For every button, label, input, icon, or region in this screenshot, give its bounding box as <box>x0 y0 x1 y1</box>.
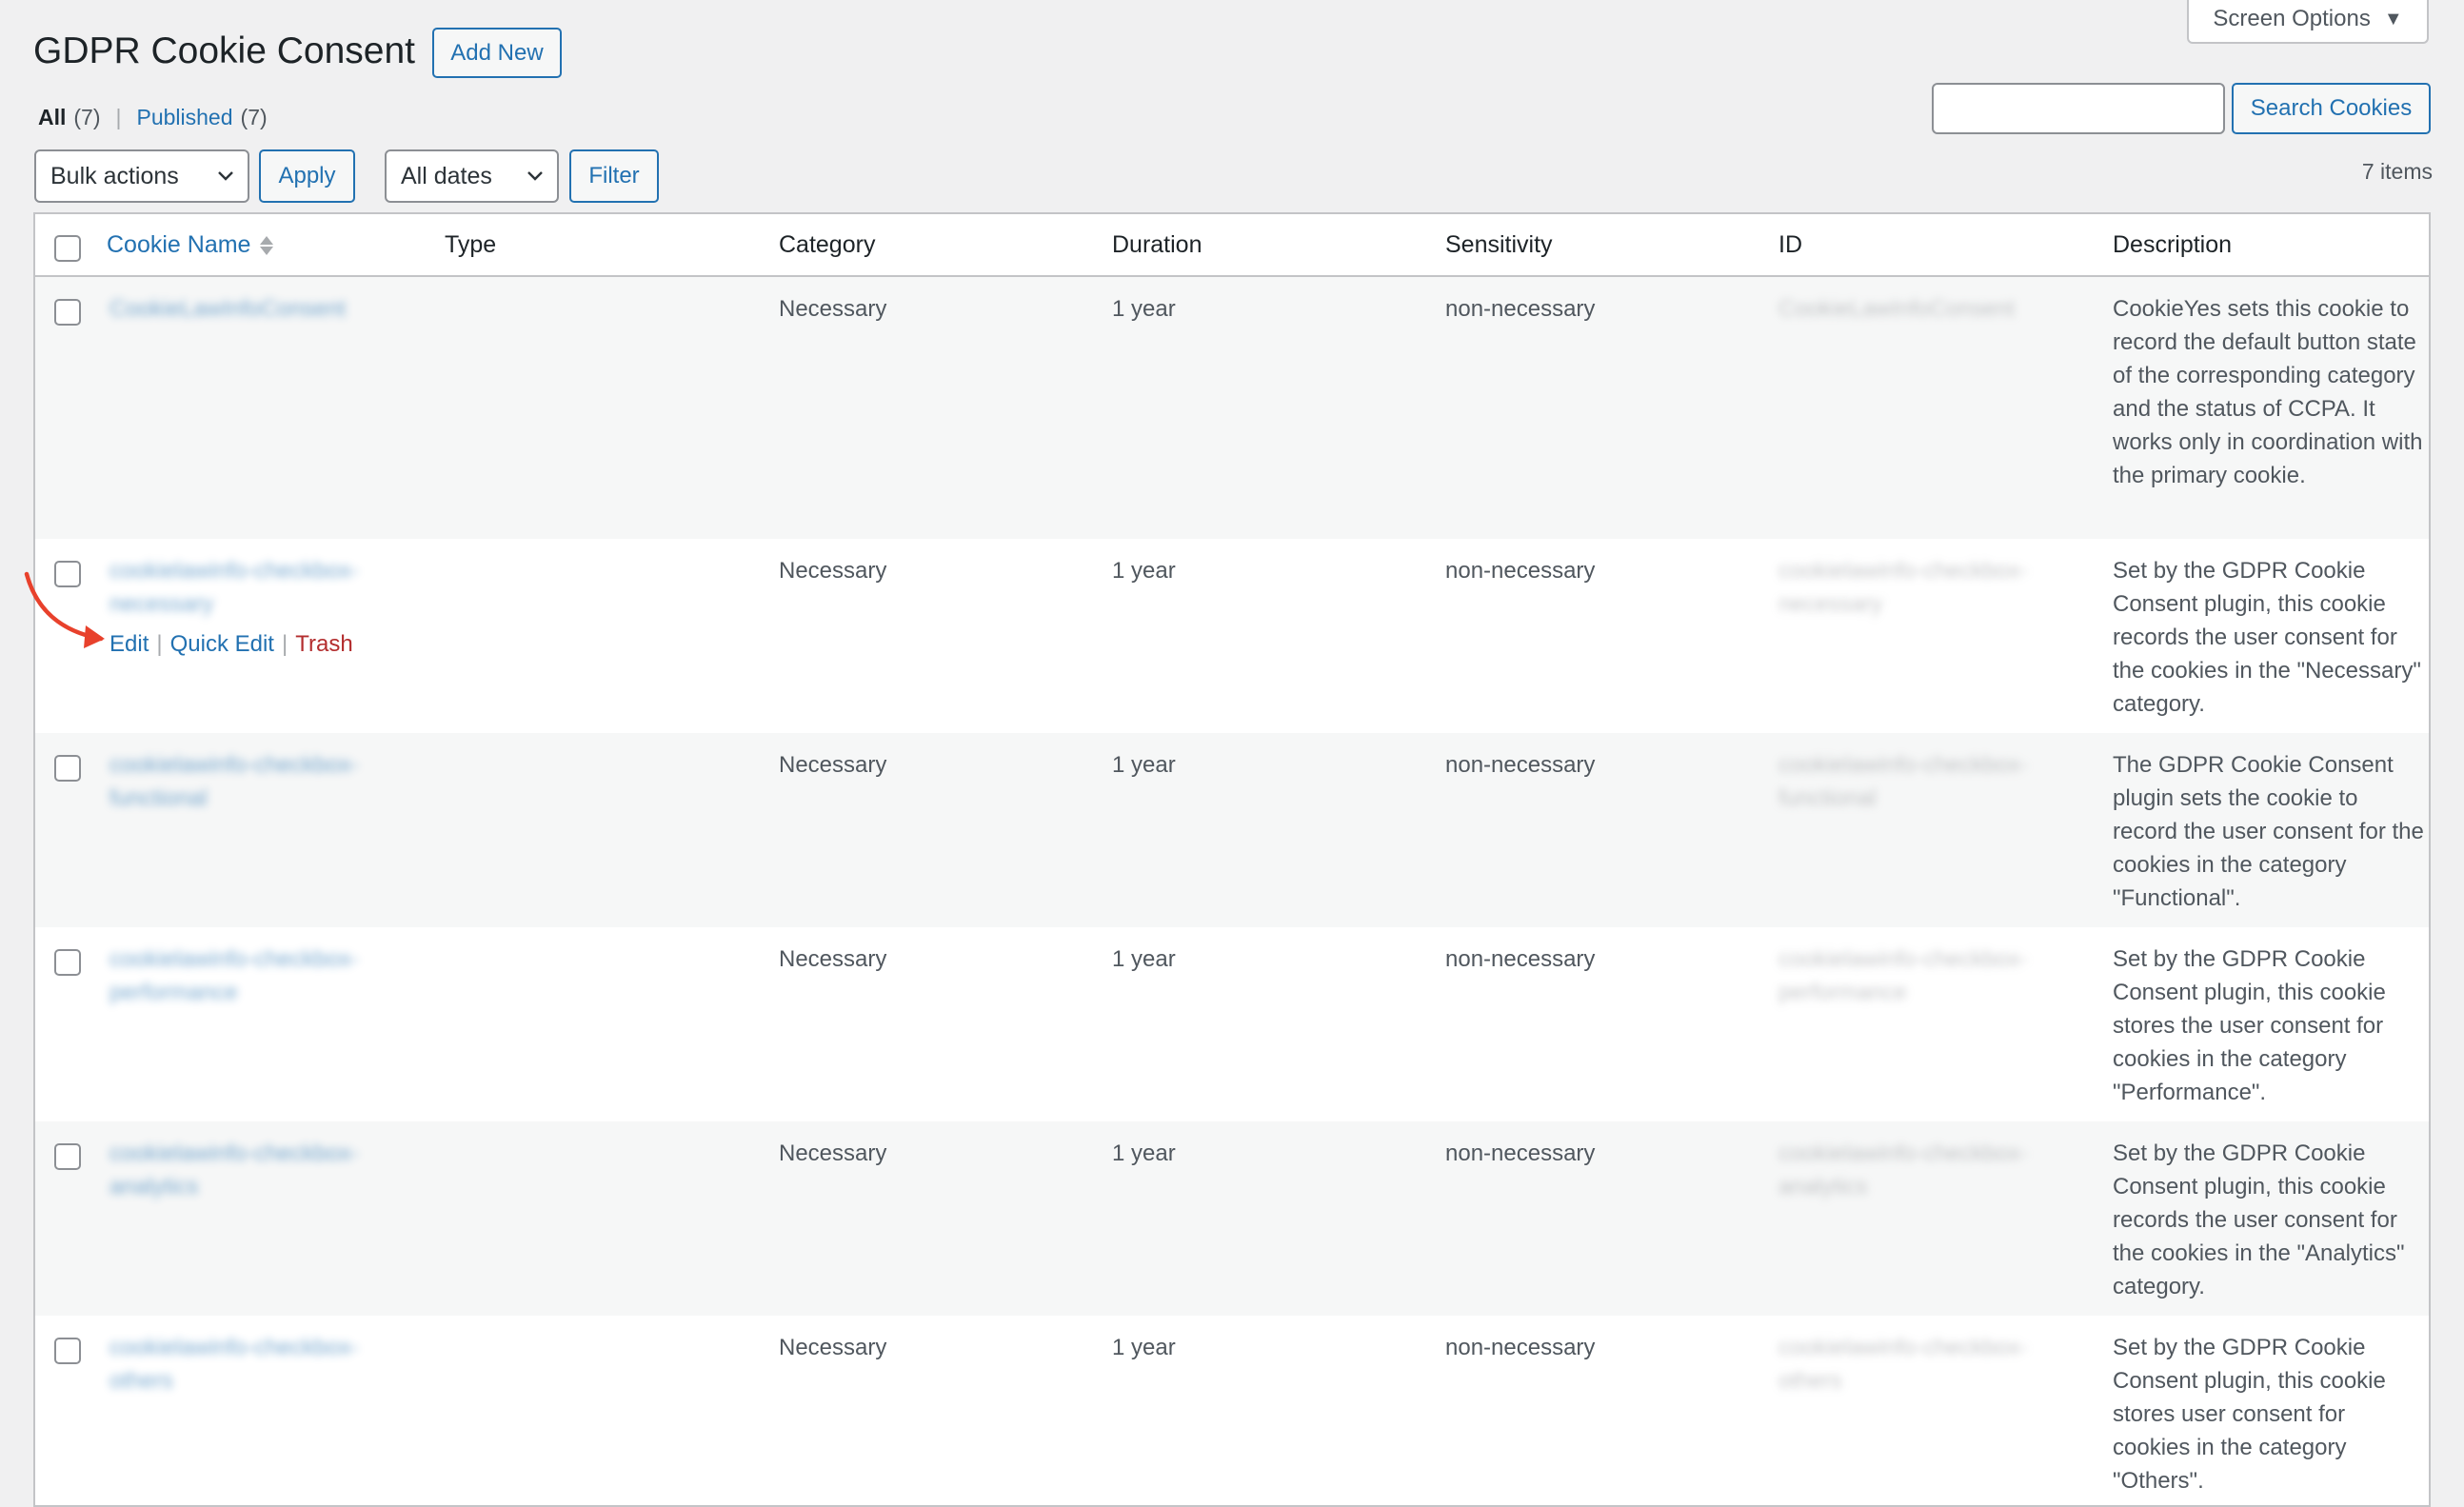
page-title: GDPR Cookie Consent <box>33 30 416 71</box>
cookie-duration: 1 year <box>1112 946 1176 972</box>
row-checkbox[interactable] <box>54 299 81 326</box>
dates-select[interactable]: All dates <box>385 149 559 203</box>
search-input[interactable] <box>1932 83 2225 134</box>
cookie-description: Set by the GDPR Cookie Consent plugin, t… <box>2113 946 2386 1105</box>
chevron-down-icon <box>218 171 233 181</box>
cookie-description: The GDPR Cookie Consent plugin sets the … <box>2113 752 2424 911</box>
cookie-name-link[interactable]: cookielawinfo-checkbox-functional <box>109 748 405 815</box>
cookie-name-link[interactable]: cookielawinfo-checkbox-performance <box>109 942 405 1009</box>
column-header-duration: Duration <box>1112 231 1202 258</box>
cookie-id: cookielawinfo-checkbox-others <box>1778 1335 2028 1394</box>
table-row: CookieLawInfoConsent Necessary 1 year no… <box>35 277 2429 539</box>
cookie-sensitivity: non-necessary <box>1445 296 1596 322</box>
action-separator: | <box>281 631 288 657</box>
table-row: cookielawinfo-checkbox-performance Neces… <box>35 927 2429 1121</box>
cookie-category: Necessary <box>779 558 887 584</box>
cookie-id: cookielawinfo-checkbox-functional <box>1778 752 2028 811</box>
cookie-duration: 1 year <box>1112 1140 1176 1166</box>
action-separator: | <box>156 631 163 657</box>
search-cookies-button[interactable]: Search Cookies <box>2232 83 2431 134</box>
table-row: cookielawinfo-checkbox-functional Necess… <box>35 733 2429 927</box>
apply-button[interactable]: Apply <box>259 149 355 203</box>
row-actions: Edit | Quick Edit | Trash <box>109 631 353 658</box>
cookie-description: Set by the GDPR Cookie Consent plugin, t… <box>2113 1140 2405 1299</box>
column-header-category: Category <box>779 231 876 258</box>
cookie-duration: 1 year <box>1112 296 1176 322</box>
cookie-description: Set by the GDPR Cookie Consent plugin, t… <box>2113 1335 2386 1494</box>
column-header-cookie-name[interactable]: Cookie Name <box>107 231 274 259</box>
cookie-duration: 1 year <box>1112 558 1176 584</box>
add-new-button[interactable]: Add New <box>432 28 562 78</box>
dates-value: All dates <box>401 162 492 189</box>
quick-edit-link[interactable]: Quick Edit <box>170 631 274 658</box>
table-row: cookielawinfo-checkbox-necessary Edit | … <box>35 539 2429 733</box>
annotation-arrow-icon <box>24 571 105 648</box>
screen-options-button[interactable]: Screen Options ▼ <box>2187 0 2429 44</box>
cookie-category: Necessary <box>779 1335 887 1360</box>
table-row: cookielawinfo-checkbox-analytics Necessa… <box>35 1121 2429 1316</box>
view-published-count: (7) <box>240 105 268 129</box>
cookie-id: cookielawinfo-checkbox-analytics <box>1778 1140 2028 1200</box>
column-header-description: Description <box>2113 231 2233 258</box>
cookie-description: Set by the GDPR Cookie Consent plugin, t… <box>2113 558 2421 717</box>
trash-link[interactable]: Trash <box>295 631 352 658</box>
cookie-name-link[interactable]: cookielawinfo-checkbox-others <box>109 1331 405 1398</box>
cookie-sensitivity: non-necessary <box>1445 946 1596 972</box>
cookie-sensitivity: non-necessary <box>1445 752 1596 778</box>
triangle-down-icon: ▼ <box>2383 8 2403 30</box>
cookie-category: Necessary <box>779 752 887 778</box>
bulk-actions-value: Bulk actions <box>50 162 179 189</box>
cookie-category: Necessary <box>779 946 887 972</box>
table-header: Cookie Name Type Category Duration Sensi… <box>35 214 2429 277</box>
edit-link[interactable]: Edit <box>109 631 149 658</box>
row-checkbox[interactable] <box>54 1338 81 1364</box>
screen-options-label: Screen Options <box>2213 6 2371 31</box>
cookie-description: CookieYes sets this cookie to record the… <box>2113 296 2423 488</box>
column-label-cookie-name: Cookie Name <box>107 231 251 258</box>
cookie-id: cookielawinfo-checkbox-necessary <box>1778 558 2028 617</box>
cookie-category: Necessary <box>779 296 887 322</box>
cookies-table: Cookie Name Type Category Duration Sensi… <box>33 212 2431 1507</box>
view-filters: All (7) | Published (7) <box>38 105 268 130</box>
select-all-checkbox[interactable] <box>54 235 81 262</box>
sort-icon <box>260 235 274 255</box>
cookie-sensitivity: non-necessary <box>1445 1335 1596 1360</box>
filter-button[interactable]: Filter <box>569 149 659 203</box>
cookie-sensitivity: non-necessary <box>1445 1140 1596 1166</box>
items-count: 7 items <box>2361 159 2433 184</box>
column-header-id: ID <box>1778 231 1802 258</box>
view-published-link[interactable]: Published <box>137 105 233 130</box>
chevron-down-icon <box>527 171 543 181</box>
cookie-name-link[interactable]: cookielawinfo-checkbox-necessary <box>109 554 405 621</box>
cookie-name-link[interactable]: cookielawinfo-checkbox-analytics <box>109 1137 405 1203</box>
cookie-id: CookieLawInfoConsent <box>1778 296 2016 322</box>
view-all-count: (7) <box>73 105 101 129</box>
cookie-sensitivity: non-necessary <box>1445 558 1596 584</box>
view-all-link[interactable]: All <box>38 105 66 130</box>
column-header-type: Type <box>445 231 497 258</box>
cookie-id: cookielawinfo-checkbox-performance <box>1778 946 2028 1005</box>
row-checkbox[interactable] <box>54 1143 81 1170</box>
bulk-actions-select[interactable]: Bulk actions <box>34 149 249 203</box>
view-separator: | <box>115 105 122 129</box>
table-row: cookielawinfo-checkbox-others Necessary … <box>35 1316 2429 1505</box>
cookie-name-link[interactable]: CookieLawInfoConsent <box>109 292 405 326</box>
cookie-duration: 1 year <box>1112 752 1176 778</box>
cookie-category: Necessary <box>779 1140 887 1166</box>
cookie-duration: 1 year <box>1112 1335 1176 1360</box>
row-checkbox[interactable] <box>54 949 81 976</box>
column-header-sensitivity: Sensitivity <box>1445 231 1553 258</box>
row-checkbox[interactable] <box>54 755 81 782</box>
